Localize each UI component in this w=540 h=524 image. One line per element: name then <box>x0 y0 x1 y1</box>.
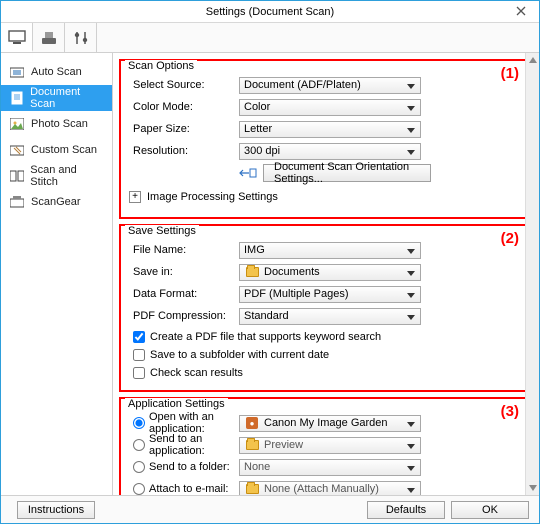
file-name-label: File Name: <box>129 244 239 256</box>
save-settings-legend: Save Settings <box>125 225 199 237</box>
sidebar-item-label: Document Scan <box>30 86 104 110</box>
settings-link-icon[interactable] <box>239 166 257 180</box>
section-3-marker: (3) <box>501 403 519 420</box>
auto-scan-icon <box>9 64 25 80</box>
save-in-dropdown[interactable]: Documents <box>239 264 421 281</box>
select-source-dropdown[interactable]: Document (ADF/Platen) <box>239 77 421 94</box>
scroll-down-icon[interactable] <box>526 481 539 495</box>
send-to-app-dropdown[interactable]: Preview <box>239 437 421 454</box>
data-format-label: Data Format: <box>129 288 239 300</box>
sidebar-item-document-scan[interactable]: Document Scan <box>1 85 112 111</box>
section-1-marker: (1) <box>501 65 519 82</box>
ok-button[interactable]: OK <box>451 501 529 519</box>
scan-options-section: Scan Options (1) Select Source: Document… <box>119 59 531 219</box>
window-title: Settings (Document Scan) <box>206 6 334 18</box>
save-subfolder-label: Save to a subfolder with current date <box>150 349 329 361</box>
pdf-compression-label: PDF Compression: <box>129 310 239 322</box>
color-mode-dropdown[interactable]: Color <box>239 99 421 116</box>
folder-icon <box>244 266 260 279</box>
scangear-icon <box>9 194 25 210</box>
settings-window: Settings (Document Scan) Auto Scan Docum… <box>0 0 540 524</box>
sidebar-item-label: Photo Scan <box>31 118 88 130</box>
folder-icon <box>244 439 260 452</box>
application-settings-section: Application Settings (3) Open with an ap… <box>119 397 531 495</box>
sidebar-item-scan-and-stitch[interactable]: Scan and Stitch <box>1 163 112 189</box>
sidebar-item-label: Scan and Stitch <box>30 164 104 188</box>
create-pdf-keyword-checkbox[interactable] <box>133 331 145 343</box>
custom-scan-icon <box>9 142 25 158</box>
orientation-settings-button[interactable]: Document Scan Orientation Settings... <box>263 164 431 182</box>
save-in-label: Save in: <box>129 266 239 278</box>
sidebar-item-custom-scan[interactable]: Custom Scan <box>1 137 112 163</box>
pdf-compression-dropdown[interactable]: Standard <box>239 308 421 325</box>
sidebar-item-label: Auto Scan <box>31 66 82 78</box>
photo-scan-icon <box>9 116 25 132</box>
select-source-label: Select Source: <box>129 79 239 91</box>
attach-email-radio[interactable] <box>133 483 145 495</box>
resolution-dropdown[interactable]: 300 dpi <box>239 143 421 160</box>
scan-options-legend: Scan Options <box>125 60 197 72</box>
top-tab-strip <box>1 23 539 53</box>
resolution-label: Resolution: <box>129 145 239 157</box>
document-scan-icon <box>9 90 24 106</box>
content-panel: Scan Options (1) Select Source: Document… <box>113 53 539 495</box>
image-processing-label: Image Processing Settings <box>147 191 278 203</box>
file-name-field[interactable]: IMG <box>239 242 421 259</box>
sidebar-item-auto-scan[interactable]: Auto Scan <box>1 59 112 85</box>
open-with-app-dropdown[interactable]: ●Canon My Image Garden <box>239 415 421 432</box>
sidebar-item-photo-scan[interactable]: Photo Scan <box>1 111 112 137</box>
color-mode-label: Color Mode: <box>129 101 239 113</box>
sidebar-item-label: ScanGear <box>31 196 81 208</box>
send-to-folder-label: Send to a folder: <box>149 461 230 473</box>
sidebar-item-label: Custom Scan <box>31 144 97 156</box>
application-settings-legend: Application Settings <box>125 398 228 410</box>
paper-size-label: Paper Size: <box>129 123 239 135</box>
send-to-folder-radio[interactable] <box>133 461 145 473</box>
save-settings-section: Save Settings (2) File Name: IMG Save in… <box>119 224 531 392</box>
tab-scan-from-computer[interactable] <box>1 23 33 52</box>
section-2-marker: (2) <box>501 230 519 247</box>
folder-icon <box>244 483 260 496</box>
scan-and-stitch-icon <box>9 168 24 184</box>
footer: Instructions Defaults OK <box>1 495 539 523</box>
send-to-app-radio[interactable] <box>133 439 145 451</box>
check-scan-results-checkbox[interactable] <box>133 367 145 379</box>
defaults-button[interactable]: Defaults <box>367 501 445 519</box>
app-icon: ● <box>244 417 260 430</box>
sidebar: Auto Scan Document Scan Photo Scan Custo… <box>1 53 113 495</box>
save-subfolder-checkbox[interactable] <box>133 349 145 361</box>
titlebar: Settings (Document Scan) <box>1 1 539 23</box>
attach-email-dropdown[interactable]: None (Attach Manually) <box>239 481 421 496</box>
vertical-scrollbar[interactable] <box>525 53 539 495</box>
send-to-folder-dropdown[interactable]: None <box>239 459 421 476</box>
scroll-up-icon[interactable] <box>526 53 539 67</box>
data-format-dropdown[interactable]: PDF (Multiple Pages) <box>239 286 421 303</box>
tab-scan-from-printer[interactable] <box>33 23 65 52</box>
tab-general-settings[interactable] <box>65 23 97 52</box>
paper-size-dropdown[interactable]: Letter <box>239 121 421 138</box>
check-scan-results-label: Check scan results <box>150 367 243 379</box>
instructions-button[interactable]: Instructions <box>17 501 95 519</box>
attach-email-label: Attach to e-mail: <box>149 483 228 495</box>
open-with-app-radio[interactable] <box>133 417 145 429</box>
create-pdf-keyword-label: Create a PDF file that supports keyword … <box>150 331 381 343</box>
sidebar-item-scangear[interactable]: ScanGear <box>1 189 112 215</box>
expand-image-processing[interactable]: + <box>129 191 141 203</box>
close-button[interactable] <box>507 3 535 19</box>
